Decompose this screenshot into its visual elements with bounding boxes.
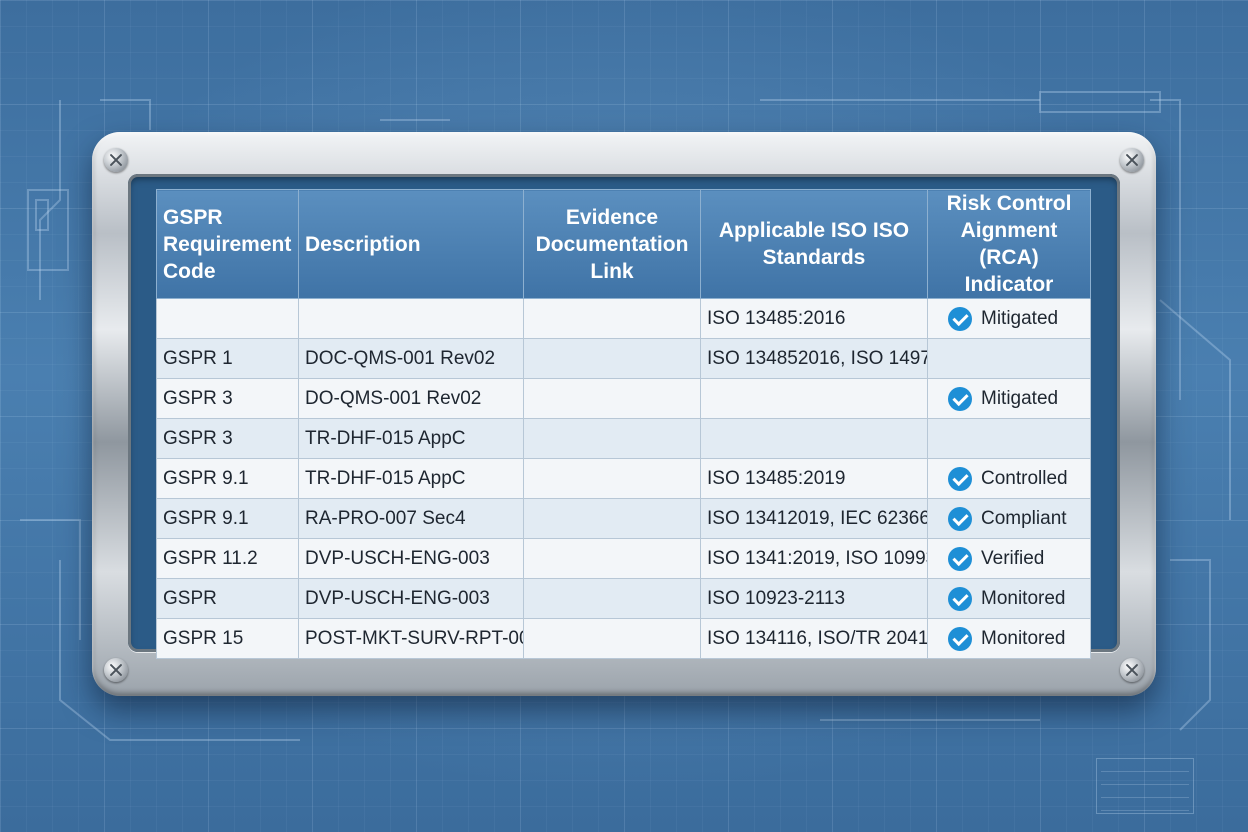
table-row: GSPR 3 DO-QMS-001 Rev02 Mitigated [156,378,1091,419]
gspr-code-cell [156,298,299,339]
iso-standards-cell: ISO 1341:2019, ISO 10993-1 [700,538,928,579]
evidence-link-cell[interactable] [523,338,701,379]
evidence-link-cell[interactable] [523,618,701,659]
evidence-link-cell[interactable] [523,458,701,499]
description-cell: DOC-QMS-001 Rev02 [298,338,524,379]
gspr-code-cell: GSPR 3 [156,378,299,419]
description-cell: RA-PRO-007 Sec4 [298,498,524,539]
header-description: Description [298,189,524,299]
rca-indicator-cell [927,338,1091,379]
table-row: GSPR 9.1 RA-PRO-007 Sec4 ISO 13412019, IEC… [156,498,1091,539]
screw-icon [104,148,128,172]
description-cell: DVP-USCH-ENG-003 [298,538,524,579]
gspr-code-cell: GSPR 11.2 [156,538,299,579]
description-cell: TR-DHF-015 AppC [298,458,524,499]
description-cell [298,298,524,339]
gspr-code-cell: GSPR 9.1 [156,498,299,539]
iso-standards-cell [700,378,928,419]
description-cell: DVP-USCH-ENG-003 [298,578,524,619]
screw-icon [104,658,128,682]
table-row: ISO 13485:2016 Mitigated [156,298,1091,339]
screw-icon [1120,658,1144,682]
description-cell: TR-DHF-015 AppC [298,418,524,459]
check-circle-icon [948,626,972,651]
gspr-code-cell: GSPR 1 [156,338,299,379]
header-evidence-link: Evidence Documentation Link [523,189,701,299]
iso-standards-cell: ISO 134852016, ISO 14971:2019 [700,338,928,379]
evidence-link-cell[interactable] [523,578,701,619]
table-row: GSPR 1 DOC-QMS-001 Rev02 ISO 134852016, IS… [156,338,1091,379]
table-row: GSPR 9.1 TR-DHF-015 AppC ISO 13485:2019 Con… [156,458,1091,499]
gspr-compliance-table: GSPR Requirement Code Description Eviden… [156,189,1091,659]
rca-status-label: Mitigated [981,307,1059,329]
check-circle-icon [948,506,972,531]
table-row: GSPR 15 POST-MKT-SURV-RPT-001 ISO 134116, … [156,618,1091,659]
check-circle-icon [948,546,972,571]
iso-standards-cell: ISO 13485:2016 [700,298,928,339]
rca-indicator-cell [927,418,1091,459]
table-row: GSPR 11.2 DVP-USCH-ENG-003 ISO 1341:2019, … [156,538,1091,579]
rca-indicator-cell: Mitigated [927,298,1091,339]
evidence-link-cell[interactable] [523,378,701,419]
rca-indicator-cell: Compliant [927,498,1091,539]
rca-indicator-cell: Monitored [927,618,1091,659]
table-header-row: GSPR Requirement Code Description Eviden… [156,189,1091,299]
rca-indicator-cell: Mitigated [927,378,1091,419]
rca-indicator-cell: Controlled [927,458,1091,499]
table-row: GSPR DVP-USCH-ENG-003 ISO 10923-2113 Monito… [156,578,1091,619]
check-circle-icon [948,466,972,491]
header-iso-standards: Applicable ISO ISO Standards [700,189,928,299]
rca-status-label: Monitored [981,587,1066,609]
evidence-link-cell[interactable] [523,418,701,459]
evidence-link-cell[interactable] [523,538,701,579]
check-circle-icon [948,306,972,331]
rca-status-label: Monitored [981,627,1066,649]
iso-standards-cell: ISO 13485:2019 [700,458,928,499]
evidence-link-cell[interactable] [523,298,701,339]
gspr-code-cell: GSPR 15 [156,618,299,659]
check-circle-icon [948,586,972,611]
iso-standards-cell: ISO 134116, ISO/TR 20416 [700,618,928,659]
rca-status-label: Compliant [981,507,1067,529]
rca-status-label: Controlled [981,467,1068,489]
rca-indicator-cell: Verified [927,538,1091,579]
rca-indicator-cell: Monitored [927,578,1091,619]
rca-status-label: Verified [981,547,1045,569]
iso-standards-cell: ISO 10923-2113 [700,578,928,619]
gspr-code-cell: GSPR [156,578,299,619]
header-rca-indicator: Risk Control Aignment (RCA) Indicator [927,189,1091,299]
rca-status-label: Mitigated [981,387,1059,409]
header-gspr-code: GSPR Requirement Code [156,189,299,299]
gspr-code-cell: GSPR 9.1 [156,458,299,499]
title-block-decoration [1096,758,1194,814]
iso-standards-cell [700,418,928,459]
description-cell: DO-QMS-001 Rev02 [298,378,524,419]
gspr-code-cell: GSPR 3 [156,418,299,459]
screw-icon [1120,148,1144,172]
check-circle-icon [948,386,972,411]
description-cell: POST-MKT-SURV-RPT-001 [298,618,524,659]
evidence-link-cell[interactable] [523,498,701,539]
iso-standards-cell: ISO 13412019, IEC 62366-1 [700,498,928,539]
table-row: GSPR 3 TR-DHF-015 AppC [156,418,1091,459]
